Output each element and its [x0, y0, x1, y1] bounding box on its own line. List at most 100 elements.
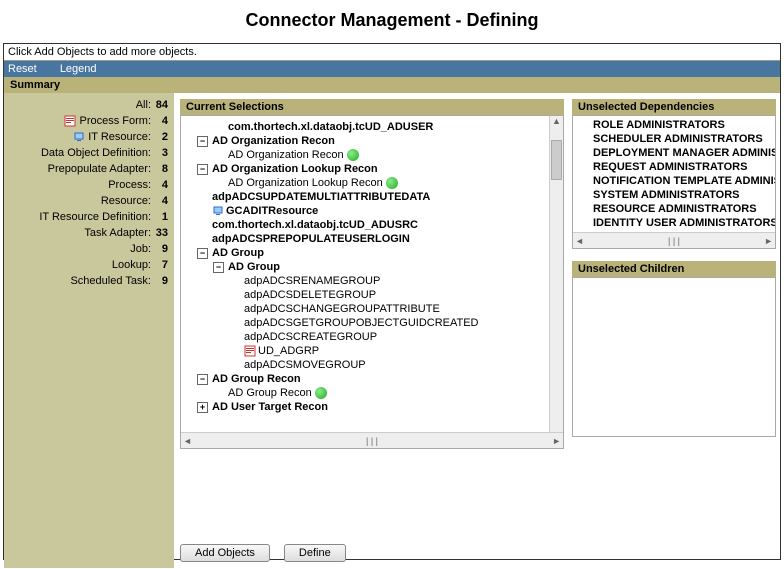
- tree-node[interactable]: −AD Organization Lookup Recon: [183, 162, 561, 176]
- summary-count: 7: [154, 259, 168, 271]
- summary-label: Process Form:: [79, 115, 151, 127]
- tree-node[interactable]: AD Organization Lookup Recon: [183, 176, 561, 190]
- collapse-icon[interactable]: −: [197, 374, 208, 385]
- dependency-item[interactable]: REQUEST ADMINISTRATORS: [577, 160, 771, 174]
- expand-icon[interactable]: +: [197, 402, 208, 413]
- dependency-item[interactable]: NOTIFICATION TEMPLATE ADMINISTRATORS: [577, 174, 771, 188]
- dependency-item[interactable]: DEPLOYMENT MANAGER ADMINISTRATORS: [577, 146, 771, 160]
- tree-node-label: AD Organization Lookup Recon: [228, 177, 383, 189]
- tree-node-label: adpADCSUPDATEMULTIATTRIBUTEDATA: [212, 191, 430, 203]
- tree-node[interactable]: com.thortech.xl.dataobj.tcUD_ADUSER: [183, 120, 561, 134]
- summary-row[interactable]: Lookup:7: [8, 257, 168, 273]
- summary-count: 4: [154, 115, 168, 127]
- summary-count: 1: [154, 211, 168, 223]
- summary-row[interactable]: Prepopulate Adapter:8: [8, 161, 168, 177]
- summary-row[interactable]: IT Resource:2: [8, 129, 168, 145]
- summary-label: Process:: [108, 179, 151, 191]
- tree-node-label: AD Group: [212, 247, 264, 259]
- summary-count: 4: [154, 195, 168, 207]
- tree-node[interactable]: AD Group Recon: [183, 386, 561, 400]
- tree-node-label: adpADCSPREPOPULATEUSERLOGIN: [212, 233, 410, 245]
- recon-icon: [315, 387, 327, 399]
- tree-node-label: adpADCSCHANGEGROUPATTRIBUTE: [244, 303, 440, 315]
- summary-label: Prepopulate Adapter:: [48, 163, 151, 175]
- tree-node[interactable]: GCADITResource: [183, 204, 561, 218]
- summary-count: 8: [154, 163, 168, 175]
- tree-node-label: AD Group: [228, 261, 280, 273]
- tree-node[interactable]: com.thortech.xl.dataobj.tcUD_ADUSRC: [183, 218, 561, 232]
- tree-node-label: GCADITResource: [226, 205, 318, 217]
- tree-node[interactable]: −AD Group: [183, 260, 561, 274]
- define-button[interactable]: Define: [284, 544, 346, 562]
- recon-icon: [386, 177, 398, 189]
- button-row: Add Objects Define: [180, 538, 564, 568]
- tree-node[interactable]: adpADCSCHANGEGROUPATTRIBUTE: [183, 302, 561, 316]
- summary-row[interactable]: Job:9: [8, 241, 168, 257]
- collapse-icon[interactable]: −: [213, 262, 224, 273]
- summary-count: 9: [154, 275, 168, 287]
- tree-node[interactable]: + AD User Target Recon: [183, 400, 561, 414]
- tree-node-label: AD User Target Recon: [212, 401, 328, 413]
- unselected-dependencies-list[interactable]: ROLE ADMINISTRATORSSCHEDULER ADMINISTRAT…: [572, 115, 776, 249]
- current-selections-tree[interactable]: com.thortech.xl.dataobj.tcUD_ADUSER−AD O…: [180, 115, 564, 449]
- summary-row[interactable]: All:84: [8, 97, 168, 113]
- summary-row[interactable]: Resource:4: [8, 193, 168, 209]
- action-bar: Reset Legend: [4, 61, 780, 77]
- legend-link[interactable]: Legend: [60, 63, 97, 75]
- tree-node[interactable]: adpADCSUPDATEMULTIATTRIBUTEDATA: [183, 190, 561, 204]
- tree-node[interactable]: adpADCSMOVEGROUP: [183, 358, 561, 372]
- collapse-icon[interactable]: −: [197, 164, 208, 175]
- tree-node[interactable]: adpADCSCREATEGROUP: [183, 330, 561, 344]
- current-selections-header: Current Selections: [180, 99, 564, 115]
- unselected-children-header: Unselected Children: [572, 261, 776, 277]
- tree-node[interactable]: UD_ADGRP: [183, 344, 561, 358]
- tree-node[interactable]: −AD Group: [183, 246, 561, 260]
- tree-node-label: com.thortech.xl.dataobj.tcUD_ADUSER: [228, 121, 433, 133]
- tree-node-label: AD Group Recon: [212, 373, 301, 385]
- summary-label: All:: [136, 99, 151, 111]
- tree-node[interactable]: adpADCSDELETEGROUP: [183, 288, 561, 302]
- dependency-item[interactable]: SCHEDULER ADMINISTRATORS: [577, 132, 771, 146]
- tree-node-label: AD Organization Recon: [212, 135, 335, 147]
- deps-horizontal-scrollbar[interactable]: ◄| | |►: [573, 232, 775, 248]
- tree-node-label: AD Group Recon: [228, 387, 312, 399]
- tree-node[interactable]: −AD Organization Recon: [183, 134, 561, 148]
- summary-count: 4: [154, 179, 168, 191]
- summary-count: 3: [154, 147, 168, 159]
- page-title: Connector Management - Defining: [0, 0, 784, 43]
- tree-node-label: adpADCSRENAMEGROUP: [244, 275, 380, 287]
- collapse-icon[interactable]: −: [197, 248, 208, 259]
- tree-node-label: adpADCSMOVEGROUP: [244, 359, 366, 371]
- summary-row[interactable]: IT Resource Definition:1: [8, 209, 168, 225]
- summary-label: Resource:: [101, 195, 151, 207]
- summary-label: Scheduled Task:: [70, 275, 151, 287]
- dependency-item[interactable]: RESOURCE ADMINISTRATORS: [577, 202, 771, 216]
- form-icon: [244, 345, 256, 357]
- summary-count: 2: [154, 131, 168, 143]
- tree-horizontal-scrollbar[interactable]: ◄| | |►: [181, 432, 563, 448]
- summary-row[interactable]: Process Form:4: [8, 113, 168, 129]
- tree-node-label: adpADCSGETGROUPOBJECTGUIDCREATED: [244, 317, 479, 329]
- tree-node[interactable]: adpADCSPREPOPULATEUSERLOGIN: [183, 232, 561, 246]
- tree-node-label: adpADCSDELETEGROUP: [244, 289, 376, 301]
- tree-vertical-scrollbar[interactable]: ▲: [549, 116, 563, 432]
- summary-row[interactable]: Task Adapter:33: [8, 225, 168, 241]
- tree-node[interactable]: AD Organization Recon: [183, 148, 561, 162]
- summary-row[interactable]: Process:4: [8, 177, 168, 193]
- tree-node-label: UD_ADGRP: [258, 345, 319, 357]
- dependency-item[interactable]: ROLE ADMINISTRATORS: [577, 118, 771, 132]
- dependency-item[interactable]: SYSTEM ADMINISTRATORS: [577, 188, 771, 202]
- summary-row[interactable]: Data Object Definition:3: [8, 145, 168, 161]
- main-frame: Click Add Objects to add more objects. R…: [3, 43, 781, 560]
- tree-node[interactable]: adpADCSGETGROUPOBJECTGUIDCREATED: [183, 316, 561, 330]
- collapse-icon[interactable]: −: [197, 136, 208, 147]
- reset-link[interactable]: Reset: [8, 63, 37, 75]
- tree-node-label: adpADCSCREATEGROUP: [244, 331, 377, 343]
- unselected-dependencies-header: Unselected Dependencies: [572, 99, 776, 115]
- tree-node[interactable]: adpADCSRENAMEGROUP: [183, 274, 561, 288]
- summary-count: 33: [154, 227, 168, 239]
- dependency-item[interactable]: IDENTITY USER ADMINISTRATORS: [577, 216, 771, 230]
- add-objects-button[interactable]: Add Objects: [180, 544, 270, 562]
- tree-node[interactable]: −AD Group Recon: [183, 372, 561, 386]
- summary-row[interactable]: Scheduled Task:9: [8, 273, 168, 289]
